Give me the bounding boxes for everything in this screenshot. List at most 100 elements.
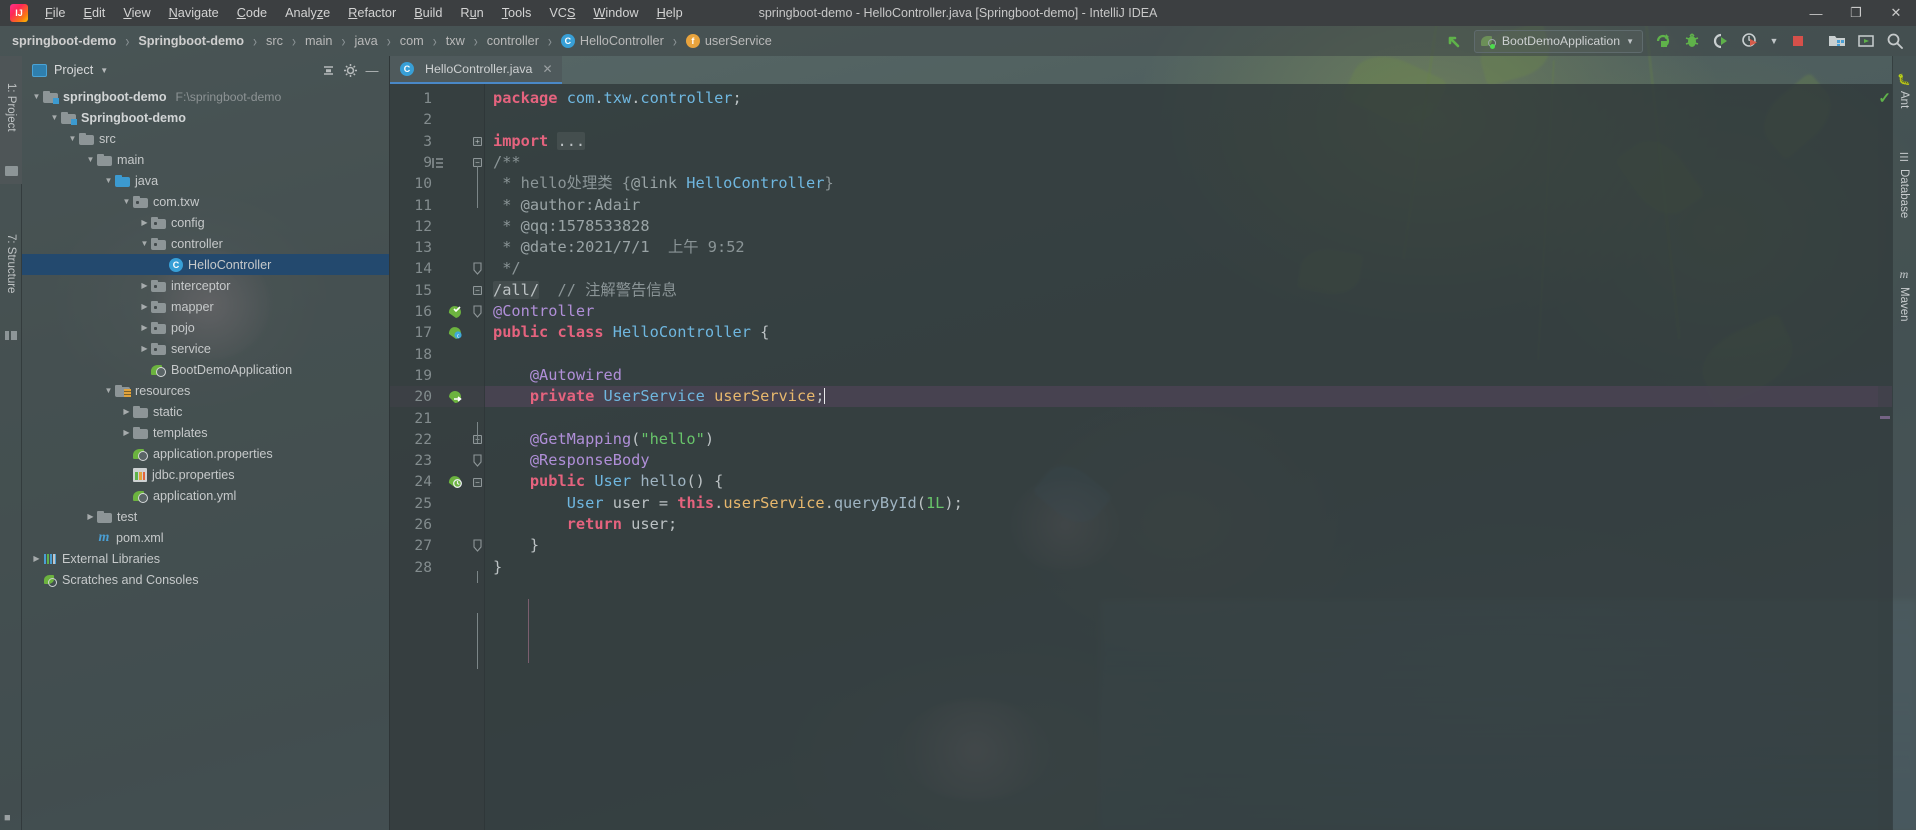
breadcrumb-item-txw[interactable]: txw — [444, 34, 467, 48]
code-line-15[interactable]: /all/ // 注解警告信息 — [485, 280, 1892, 301]
autowired-dependency-gutter-icon[interactable] — [447, 389, 463, 405]
menu-item-edit[interactable]: Edit — [74, 2, 114, 24]
editor-code-lines[interactable]: package com.txw.controller; import .../**… — [485, 84, 1892, 830]
tree-node-hellocontroller[interactable]: C HelloController — [22, 254, 389, 275]
menu-item-help[interactable]: Help — [648, 2, 692, 24]
gear-icon[interactable] — [339, 59, 361, 81]
code-line-18[interactable] — [485, 344, 1892, 365]
editor-tab-hellocontroller[interactable]: C HelloController.java ✕ — [390, 56, 562, 84]
code-line-3[interactable]: import ... — [485, 131, 1892, 152]
chevron-right-icon[interactable]: ▶ — [138, 281, 151, 290]
close-button[interactable]: ✕ — [1876, 0, 1916, 26]
inspection-marker-bar[interactable]: ✓ — [1878, 84, 1892, 830]
tree-node-templates[interactable]: ▶ templates — [22, 422, 389, 443]
chevron-down-icon[interactable]: ▼ — [84, 155, 97, 164]
tree-node-jdbc-properties[interactable]: jdbc.properties — [22, 464, 389, 485]
breadcrumb-item-userservice[interactable]: f userService — [684, 34, 774, 48]
code-line-13[interactable]: * @date:2021/7/1 上午 9:52 — [485, 237, 1892, 258]
code-line-20[interactable]: private UserService userService; — [485, 386, 1892, 408]
stripe-maven[interactable]: m Maven — [1892, 252, 1916, 336]
menu-item-code[interactable]: Code — [228, 2, 276, 24]
breadcrumb-item-hellocontroller[interactable]: C HelloController — [559, 34, 666, 48]
chevron-down-icon[interactable]: ▼ — [30, 92, 43, 101]
code-line-1[interactable]: package com.txw.controller; — [485, 88, 1892, 109]
tree-node-java[interactable]: ▼ java — [22, 170, 389, 191]
chevron-down-icon[interactable]: ▼ — [138, 239, 151, 248]
tree-node-test[interactable]: ▶ test — [22, 506, 389, 527]
menu-item-tools[interactable]: Tools — [493, 2, 541, 24]
search-everywhere-button[interactable] — [1882, 29, 1908, 53]
chevron-down-icon[interactable]: ▼ — [48, 113, 61, 122]
breadcrumb-item-springboot-demo[interactable]: springboot-demo — [10, 34, 118, 48]
code-line-23[interactable]: @ResponseBody — [485, 450, 1892, 471]
tree-node-springboot-demo[interactable]: ▼ Springboot-demo — [22, 107, 389, 128]
breadcrumb-item-controller[interactable]: controller — [485, 34, 541, 48]
chevron-down-icon[interactable]: ▼ — [120, 197, 133, 206]
project-structure-button[interactable] — [1824, 29, 1850, 53]
code-line-25[interactable]: User user = this.userService.queryById(1… — [485, 493, 1892, 514]
tree-node-springboot-demo[interactable]: ▼ springboot-demo F:\springboot-demo — [22, 86, 389, 107]
marker-stripe[interactable] — [1880, 416, 1890, 419]
menu-item-vcs[interactable]: VCS — [540, 2, 584, 24]
maximize-button[interactable]: ❐ — [1836, 0, 1876, 26]
fold-collapse-icon[interactable]: − — [472, 471, 483, 492]
fold-region-end-icon[interactable] — [472, 535, 483, 556]
update-project-button[interactable] — [1853, 29, 1879, 53]
code-line-11[interactable]: * @author:Adair — [485, 195, 1892, 216]
fold-region-end-icon[interactable] — [472, 450, 483, 471]
breadcrumb-item-com[interactable]: com — [398, 34, 426, 48]
spring-bean-gutter-icon[interactable] — [447, 304, 463, 320]
code-line-24[interactable]: public User hello() { — [485, 471, 1892, 492]
chevron-down-icon[interactable]: ▼ — [66, 134, 79, 143]
tree-node-mapper[interactable]: ▶ mapper — [22, 296, 389, 317]
code-line-26[interactable]: return user; — [485, 514, 1892, 535]
chevron-right-icon[interactable]: ▶ — [120, 428, 133, 437]
code-line-10[interactable]: * hello处理类 {@link HelloController} — [485, 173, 1892, 194]
request-mapping-gutter-icon[interactable] — [447, 474, 463, 490]
fold-region-end-icon[interactable] — [472, 258, 483, 279]
debug-button[interactable] — [1679, 29, 1705, 53]
code-line-2[interactable] — [485, 109, 1892, 130]
fold-expand-icon[interactable]: + — [472, 131, 483, 152]
chevron-down-icon[interactable]: ▼ — [1626, 37, 1634, 46]
tree-node-interceptor[interactable]: ▶ interceptor — [22, 275, 389, 296]
chevron-right-icon[interactable]: ▶ — [138, 344, 151, 353]
tree-node-controller[interactable]: ▼ controller — [22, 233, 389, 254]
menu-item-analyze[interactable]: Analyze — [276, 2, 339, 24]
chevron-down-icon[interactable]: ▼ — [102, 176, 115, 185]
tree-node-application-properties[interactable]: application.properties — [22, 443, 389, 464]
close-tab-icon[interactable]: ✕ — [542, 62, 552, 76]
code-line-19[interactable]: @Autowired — [485, 365, 1892, 386]
breadcrumb-item-src[interactable]: src — [264, 34, 285, 48]
menu-item-run[interactable]: Run — [451, 2, 492, 24]
code-line-27[interactable]: } — [485, 535, 1892, 556]
code-line-9[interactable]: /** — [485, 152, 1892, 173]
run-button[interactable] — [1650, 29, 1676, 53]
chevron-down-icon[interactable]: ▼ — [102, 386, 115, 395]
chevron-right-icon[interactable]: ▶ — [138, 302, 151, 311]
code-line-28[interactable]: } — [485, 557, 1892, 578]
tree-node-bootdemoapplication[interactable]: BootDemoApplication — [22, 359, 389, 380]
chevron-right-icon[interactable]: ▶ — [138, 218, 151, 227]
minimize-button[interactable]: — — [1796, 0, 1836, 26]
tree-node-service[interactable]: ▶ service — [22, 338, 389, 359]
tree-node-pojo[interactable]: ▶ pojo — [22, 317, 389, 338]
stripe-bottom-icon[interactable]: ■ — [4, 812, 11, 824]
breadcrumb-item-main[interactable]: main — [303, 34, 335, 48]
code-line-12[interactable]: * @qq:1578533828 — [485, 216, 1892, 237]
run-with-coverage-button[interactable] — [1708, 29, 1734, 53]
breadcrumb-item-springboot-demo[interactable]: Springboot-demo — [136, 34, 246, 48]
code-editor[interactable]: 123+9−101112131415−1617c1819202122−2324−… — [390, 84, 1892, 830]
hide-panel-button[interactable]: — — [361, 59, 383, 81]
chevron-right-icon[interactable]: ▶ — [30, 554, 43, 563]
collapse-all-button[interactable] — [317, 59, 339, 81]
code-line-22[interactable]: @GetMapping("hello") — [485, 429, 1892, 450]
tree-node-config[interactable]: ▶ config — [22, 212, 389, 233]
tree-node-scratches-and-consoles[interactable]: Scratches and Consoles — [22, 569, 389, 590]
menu-item-build[interactable]: Build — [405, 2, 451, 24]
tree-node-resources[interactable]: ▼ resources — [22, 380, 389, 401]
tree-node-static[interactable]: ▶ static — [22, 401, 389, 422]
fold-region-end-icon[interactable] — [472, 301, 483, 322]
code-line-16[interactable]: @Controller — [485, 301, 1892, 322]
menu-item-navigate[interactable]: Navigate — [160, 2, 228, 24]
